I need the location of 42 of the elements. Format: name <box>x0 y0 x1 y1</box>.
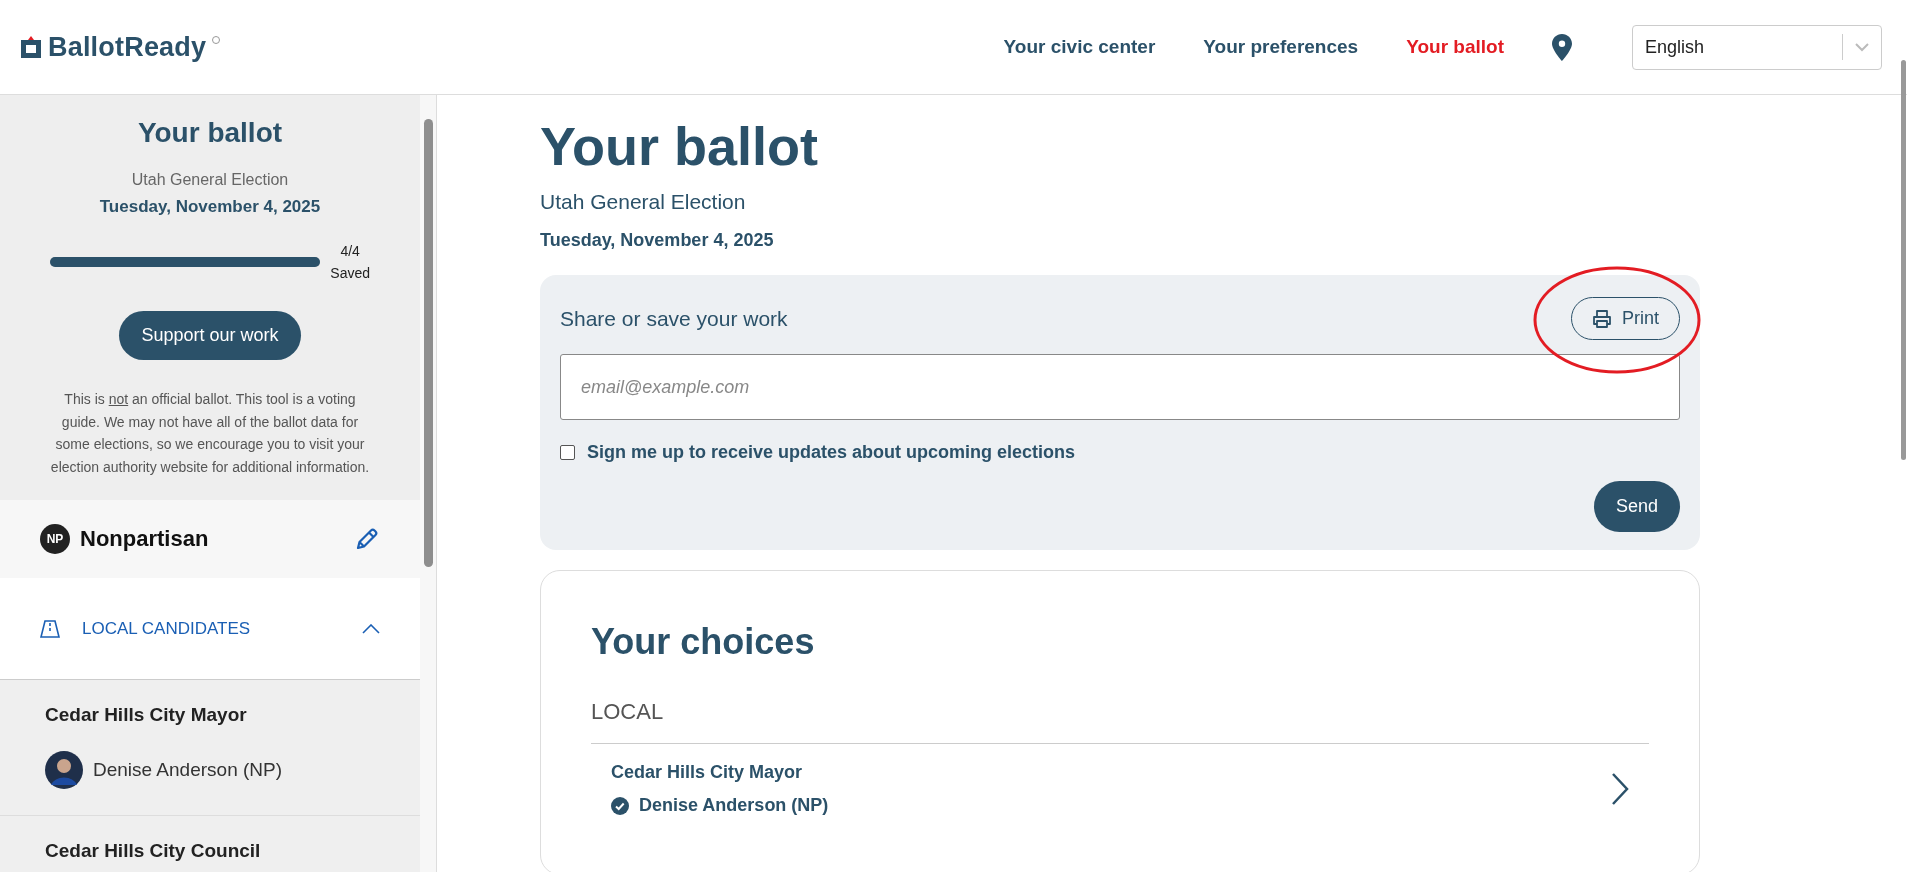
section-header[interactable]: LOCAL CANDIDATES <box>0 578 420 680</box>
avatar <box>45 751 83 789</box>
scrollbar[interactable] <box>420 95 437 872</box>
pencil-icon[interactable] <box>354 526 380 552</box>
election-name: Utah General Election <box>540 190 747 215</box>
party-name: Nonpartisan <box>80 526 210 552</box>
signup-label[interactable]: Sign me up to receive updates about upcoming elections <box>587 442 1076 464</box>
sidebar-title: Your ballot <box>137 117 283 149</box>
election-date: Tuesday, November 4, 2025 <box>99 197 321 217</box>
choices-title: Your choices <box>591 621 816 664</box>
election-name: Utah General Election <box>131 171 289 189</box>
checkbox[interactable] <box>560 445 575 461</box>
nav-link[interactable]: Your ballot <box>1406 36 1504 58</box>
nav-link[interactable]: Your civic center <box>1003 36 1156 58</box>
party-badge: NP <box>40 524 70 554</box>
race-title[interactable]: Cedar Hills City Mayor <box>45 704 375 726</box>
progress-label: Saved <box>330 265 370 281</box>
location-pin-icon[interactable] <box>1552 33 1572 61</box>
candidate-name[interactable]: Denise Anderson (NP) <box>93 759 283 781</box>
email-field[interactable]: email@example.com <box>560 354 1680 421</box>
check-circle-icon <box>611 796 629 815</box>
progress-count: 4/4 <box>340 243 360 259</box>
printer-icon <box>1592 309 1612 328</box>
race-title: Cedar Hills City Mayor <box>611 762 804 784</box>
language-select[interactable]: English <box>1632 24 1882 70</box>
share-title: Share or save your work <box>560 306 788 331</box>
page-title: Your ballot <box>540 117 819 177</box>
page-scrollbar[interactable] <box>1901 60 1906 460</box>
support-button[interactable]: Support our work <box>119 311 301 360</box>
chevron-right-icon[interactable] <box>1611 772 1629 807</box>
section-label: LOCAL CANDIDATES <box>82 618 252 639</box>
logo[interactable]: BallotReady <box>48 31 207 63</box>
send-button[interactable]: Send <box>1593 481 1680 533</box>
race-title[interactable]: Cedar Hills City Council <box>45 840 375 862</box>
nav-link[interactable]: Your preferences <box>1203 36 1359 58</box>
logo-icon <box>20 35 42 59</box>
candidate-name: Denise Anderson (NP) <box>639 795 829 817</box>
group-label: LOCAL <box>591 699 1649 745</box>
disclaimer-text: This is not an official ballot. This tool is a voting guide. We may not have all of the ballot data for some elections, so we encourage you to visit your election authority website for additional information. <box>49 390 371 477</box>
chevron-up-icon[interactable] <box>362 623 380 634</box>
road-icon <box>40 619 60 638</box>
election-date: Tuesday, November 4, 2025 <box>540 230 775 252</box>
